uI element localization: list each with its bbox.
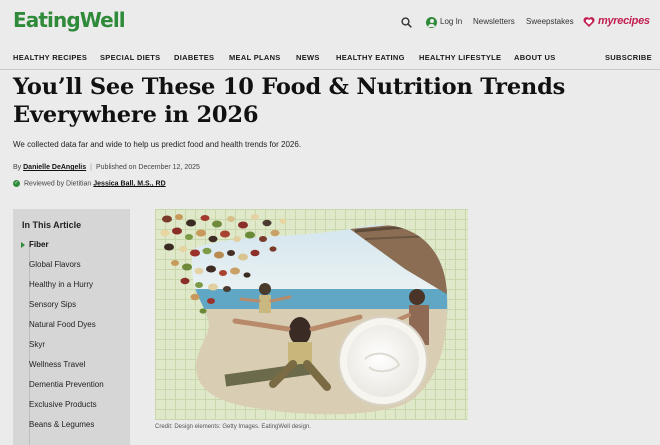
- sweepstakes-link[interactable]: Sweepstakes: [526, 17, 574, 26]
- hero-image: [155, 209, 468, 420]
- toc-item-wellness-travel[interactable]: Wellness Travel: [29, 360, 85, 369]
- toc-item-global-flavors[interactable]: Global Flavors: [29, 260, 81, 269]
- user-icon[interactable]: [426, 17, 437, 28]
- byline-separator: |: [90, 164, 92, 171]
- image-credit: Credit: Design elements: Getty Images. E…: [155, 424, 311, 430]
- nav-meal-plans[interactable]: MEAL PLANS: [229, 53, 281, 62]
- check-icon: ✓: [13, 180, 20, 187]
- eatingwell-logo[interactable]: EatingWell: [13, 8, 126, 32]
- nav-news[interactable]: NEWS: [296, 53, 320, 62]
- toc-item-skyr[interactable]: Skyr: [29, 340, 45, 349]
- nav-divider: [0, 69, 660, 70]
- heart-icon[interactable]: [583, 16, 595, 28]
- article-dek: We collected data far and wide to help u…: [13, 140, 302, 149]
- toc-item-exclusive-products[interactable]: Exclusive Products: [29, 400, 97, 409]
- nav-healthy-eating[interactable]: HEALTHY EATING: [336, 53, 405, 62]
- nav-about-us[interactable]: ABOUT US: [514, 53, 556, 62]
- hero-collage-illustration: [160, 214, 448, 415]
- reviewed-by: ✓ Reviewed by Dietitian Jessica Ball, M.S…: [13, 180, 166, 187]
- nav-diabetes[interactable]: DIABETES: [174, 53, 214, 62]
- newsletters-link[interactable]: Newsletters: [473, 17, 515, 26]
- nav-healthy-lifestyle[interactable]: HEALTHY LIFESTYLE: [419, 53, 501, 62]
- beach-scene: [191, 224, 448, 415]
- nav-special-diets[interactable]: SPECIAL DIETS: [100, 53, 160, 62]
- main-navigation: HEALTHY RECIPES SPECIAL DIETS DIABETES M…: [0, 47, 660, 69]
- toc-item-healthy-in-a-hurry[interactable]: Healthy in a Hurry: [29, 280, 93, 289]
- reviewer-link[interactable]: Jessica Ball, M.S., RD: [93, 180, 165, 187]
- byline: By Danielle DeAngelis | Published on Decem…: [13, 164, 200, 171]
- byline-prefix: By: [13, 164, 22, 171]
- toc-active-arrow-icon: [21, 242, 25, 248]
- author-link[interactable]: Danielle DeAngelis: [23, 164, 86, 171]
- login-link[interactable]: Log In: [440, 17, 462, 26]
- toc-item-dementia-prevention[interactable]: Dementia Prevention: [29, 380, 104, 389]
- toc-item-fiber[interactable]: Fiber: [29, 240, 49, 249]
- published-date: Published on December 12, 2025: [95, 164, 200, 171]
- myrecipes-link[interactable]: myrecipes: [598, 15, 650, 27]
- reviewed-prefix: Reviewed by Dietitian: [24, 180, 92, 188]
- subscribe-link[interactable]: SUBSCRIBE: [605, 53, 652, 62]
- toc-item-beans-legumes[interactable]: Beans & Legumes: [29, 420, 94, 429]
- search-icon[interactable]: [401, 17, 412, 28]
- toc-title: In This Article: [22, 220, 82, 230]
- toc-item-sensory-sips[interactable]: Sensory Sips: [29, 300, 76, 309]
- toc-item-natural-food-dyes[interactable]: Natural Food Dyes: [29, 320, 96, 329]
- nav-healthy-recipes[interactable]: HEALTHY RECIPES: [13, 53, 87, 62]
- table-of-contents: In This Article Fiber Global Flavors Hea…: [13, 209, 130, 445]
- article-headline: You’ll See These 10 Food & Nutrition Tre…: [13, 74, 566, 128]
